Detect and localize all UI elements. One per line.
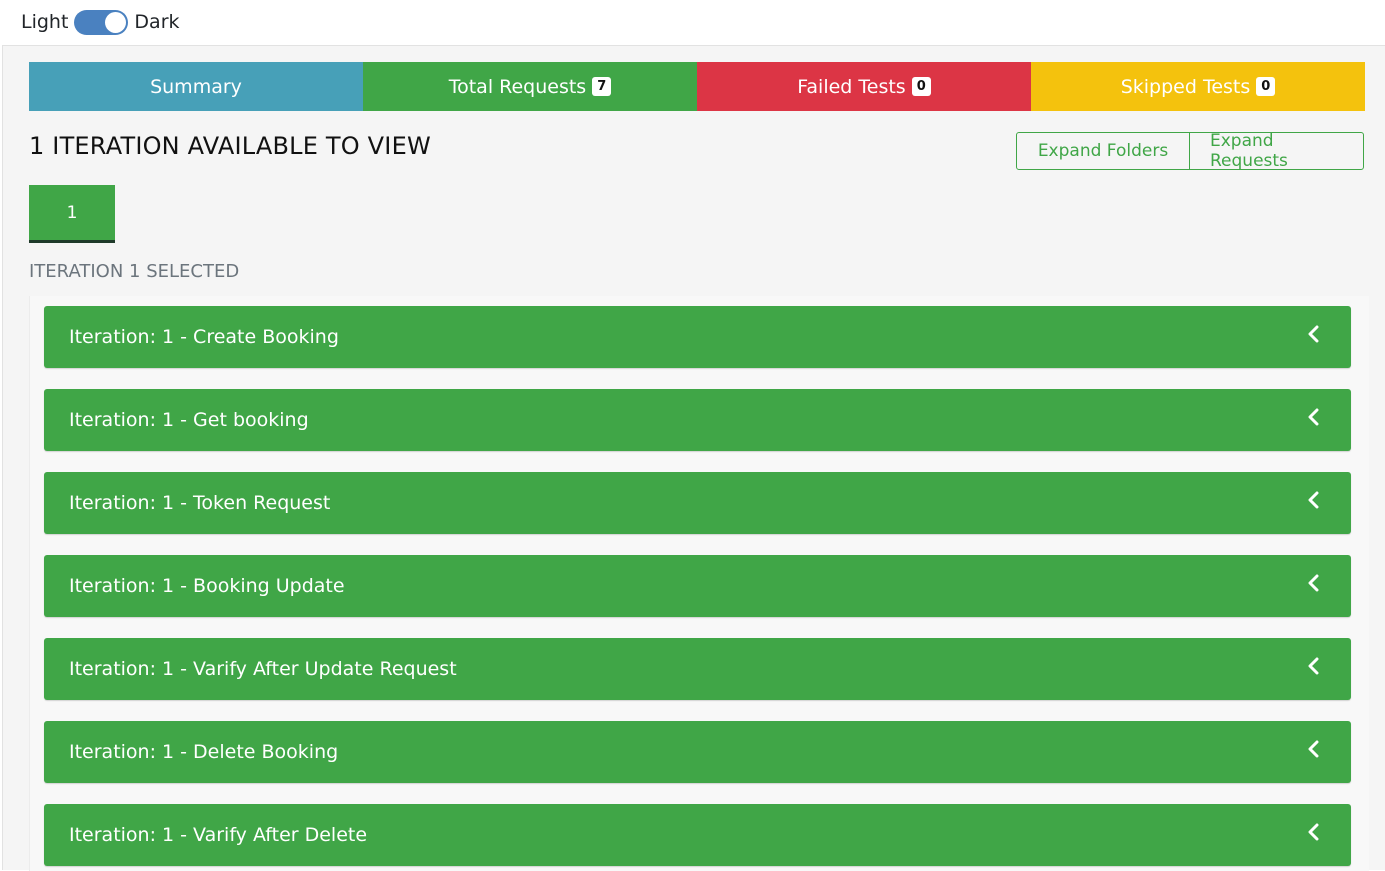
failed-tests-badge: 0 — [911, 77, 931, 96]
theme-toggle-row: Light Dark — [0, 0, 1385, 44]
request-item-booking-update[interactable]: Iteration: 1 - Booking Update — [44, 555, 1351, 617]
request-item-delete-booking[interactable]: Iteration: 1 - Delete Booking — [44, 721, 1351, 783]
expand-folders-button[interactable]: Expand Folders — [1016, 132, 1190, 170]
request-item-token-request[interactable]: Iteration: 1 - Token Request — [44, 472, 1351, 534]
request-item-get-booking[interactable]: Iteration: 1 - Get booking — [44, 389, 1351, 451]
tab-summary-label: Summary — [150, 75, 242, 98]
tab-failed-tests-label: Failed Tests — [797, 75, 906, 98]
request-item-varify-after-update[interactable]: Iteration: 1 - Varify After Update Reque… — [44, 638, 1351, 700]
chevron-left-icon — [1308, 574, 1319, 592]
request-label: Iteration: 1 - Token Request — [69, 492, 331, 514]
request-label: Iteration: 1 - Get booking — [69, 409, 309, 431]
chevron-left-icon — [1308, 823, 1319, 841]
chevron-left-icon — [1308, 740, 1319, 758]
tab-summary[interactable]: Summary — [29, 62, 363, 111]
page-title: 1 ITERATION AVAILABLE TO VIEW — [29, 132, 431, 160]
tab-failed-tests[interactable]: Failed Tests 0 — [697, 62, 1031, 111]
request-list: Iteration: 1 - Create Booking Iteration:… — [29, 296, 1369, 871]
skipped-tests-badge: 0 — [1256, 77, 1276, 96]
tab-skipped-tests[interactable]: Skipped Tests 0 — [1031, 62, 1365, 111]
request-label: Iteration: 1 - Create Booking — [69, 326, 339, 348]
theme-switch[interactable] — [74, 9, 129, 35]
chevron-left-icon — [1308, 657, 1319, 675]
tab-total-requests-label: Total Requests — [448, 75, 587, 98]
switch-knob — [105, 11, 127, 33]
tab-total-requests[interactable]: Total Requests 7 — [363, 62, 697, 111]
iteration-tab-1[interactable]: 1 — [29, 185, 115, 243]
report-panel: Summary Total Requests 7 Failed Tests 0 … — [2, 45, 1385, 871]
expand-button-group: Expand Folders Expand Requests — [1016, 131, 1364, 171]
request-label: Iteration: 1 - Delete Booking — [69, 741, 339, 763]
chevron-left-icon — [1308, 408, 1319, 426]
request-item-varify-after-delete[interactable]: Iteration: 1 - Varify After Delete — [44, 804, 1351, 866]
chevron-left-icon — [1308, 325, 1319, 343]
request-label: Iteration: 1 - Booking Update — [69, 575, 345, 597]
light-label: Light — [21, 10, 69, 33]
request-label: Iteration: 1 - Varify After Delete — [69, 824, 368, 846]
request-item-create-booking[interactable]: Iteration: 1 - Create Booking — [44, 306, 1351, 368]
chevron-left-icon — [1308, 491, 1319, 509]
request-label: Iteration: 1 - Varify After Update Reque… — [69, 658, 457, 680]
summary-tabs: Summary Total Requests 7 Failed Tests 0 … — [29, 62, 1365, 111]
total-requests-badge: 7 — [592, 77, 612, 96]
dark-label: Dark — [134, 10, 180, 33]
tab-skipped-tests-label: Skipped Tests — [1120, 75, 1251, 98]
expand-requests-button[interactable]: Expand Requests — [1189, 131, 1364, 171]
iteration-selected-label: ITERATION 1 SELECTED — [29, 261, 240, 282]
